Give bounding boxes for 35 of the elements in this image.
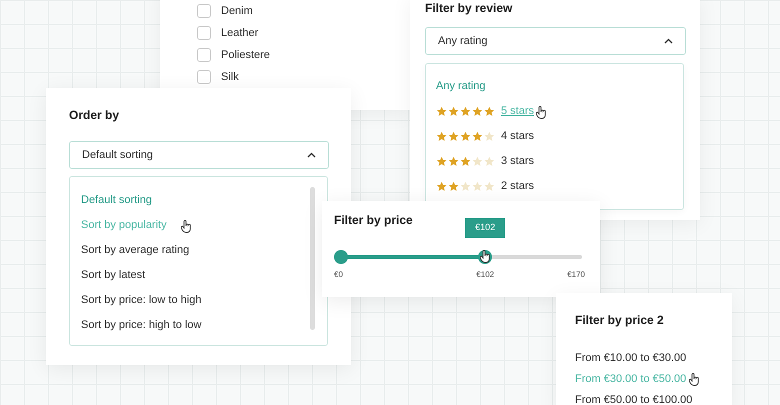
rating-option[interactable]: 2 stars <box>501 178 534 195</box>
checkbox-label: Leather <box>221 26 258 41</box>
checkbox-label: Denim <box>221 4 253 19</box>
card-title: Filter by price <box>334 212 413 229</box>
sort-option[interactable]: Sort by average rating <box>81 242 190 259</box>
slider-min-handle[interactable] <box>334 250 348 264</box>
hand-cursor-icon <box>480 250 492 263</box>
chevron-up-icon <box>307 152 316 158</box>
max-price-label: €170 <box>567 269 585 281</box>
checkbox-label: Silk <box>221 70 239 85</box>
checkbox[interactable] <box>197 26 211 40</box>
scrollbar[interactable] <box>310 187 315 330</box>
rating-option[interactable]: 3 stars <box>501 153 534 170</box>
sort-option[interactable]: Sort by price: low to high <box>81 292 202 309</box>
card-title: Filter by price 2 <box>575 312 665 329</box>
price-range-option[interactable]: From €10.00 to €30.00 <box>575 352 686 364</box>
rating-select[interactable]: Any rating <box>425 27 686 55</box>
rating-option[interactable]: 4 stars <box>501 128 534 145</box>
value-price-label: €102 <box>476 269 494 281</box>
hand-cursor-icon <box>536 106 547 119</box>
card-title: Order by <box>69 107 120 124</box>
card-title: Filter by review <box>425 1 514 15</box>
checkbox[interactable] <box>197 4 211 18</box>
value-tooltip: €102 <box>465 218 506 238</box>
hand-cursor-icon <box>181 220 192 233</box>
checkbox[interactable] <box>197 70 211 84</box>
chevron-up-icon <box>664 38 673 44</box>
sort-option[interactable]: Sort by latest <box>81 267 146 284</box>
checkbox-label: Poliestere <box>221 48 270 63</box>
sort-option[interactable]: Sort by price: high to low <box>81 317 202 334</box>
hand-cursor-icon <box>689 373 700 386</box>
min-price-label: €0 <box>334 269 343 281</box>
checkbox[interactable] <box>197 48 211 62</box>
sort-select[interactable]: Default sorting <box>69 141 329 169</box>
price-range-option[interactable]: From €50.00 to €100.00 <box>575 394 692 405</box>
